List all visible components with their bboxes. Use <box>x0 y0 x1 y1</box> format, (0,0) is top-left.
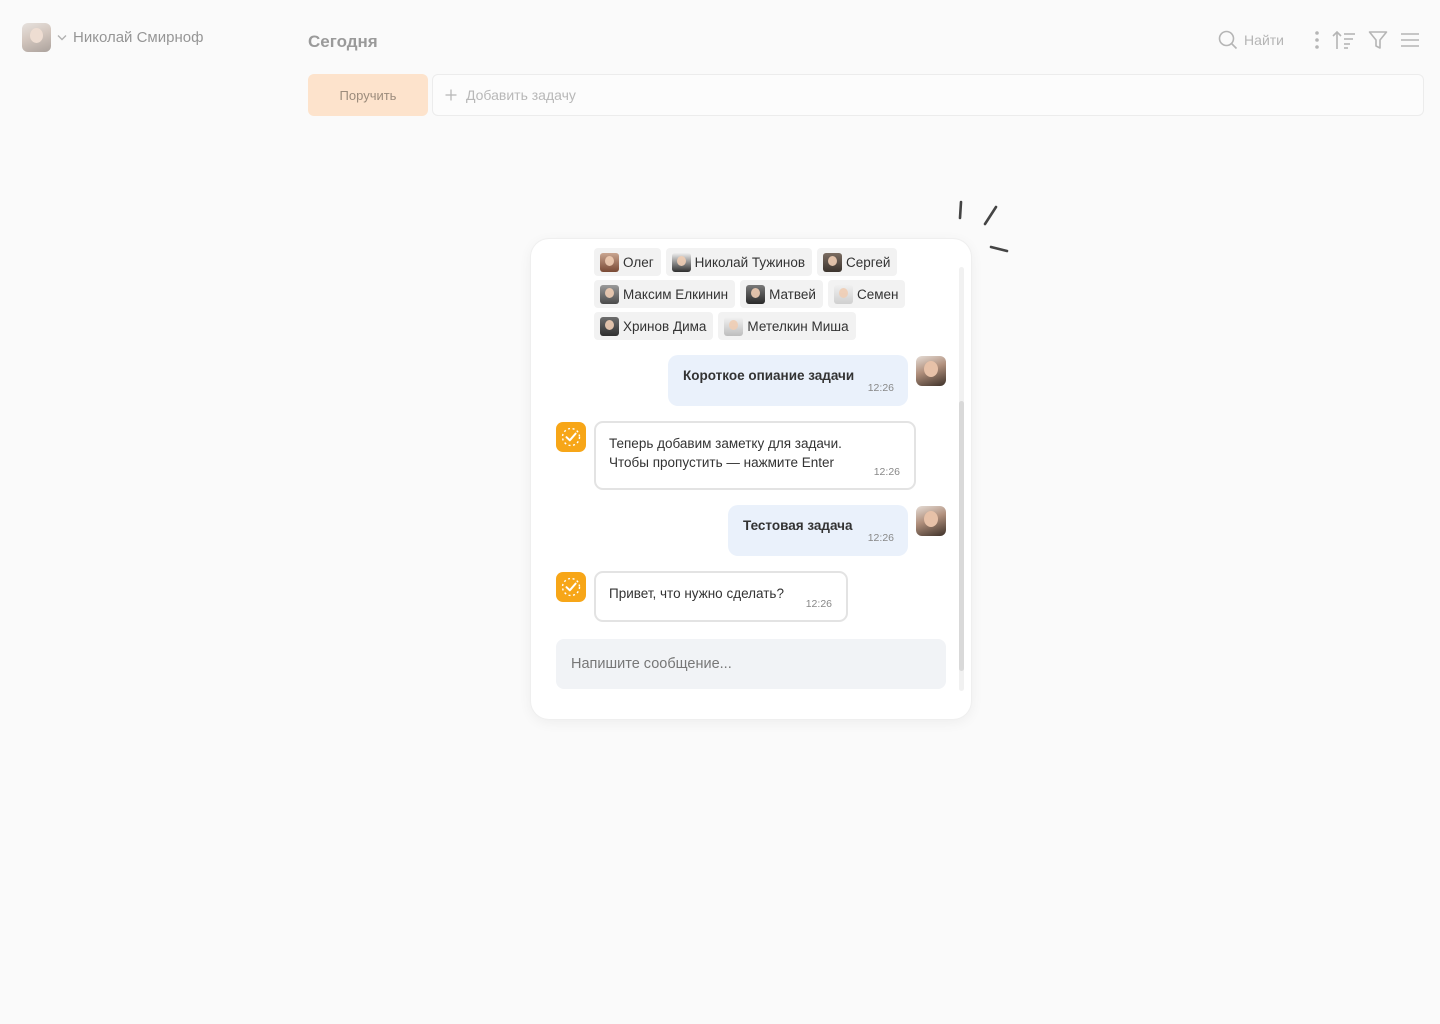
user-menu[interactable]: Николай Смирноф <box>22 23 203 52</box>
more-vertical-icon[interactable] <box>1314 30 1320 50</box>
toolbar: Найти <box>1218 30 1420 50</box>
message-text: Теперь добавим заметку для задачи. <box>609 436 842 451</box>
chat-window: Олег Николай Тужинов Сергей Максим Елкин… <box>531 239 971 719</box>
message-time: 12:26 <box>867 382 894 394</box>
user-name: Николай Смирноф <box>73 29 204 46</box>
assign-button[interactable]: Поручить <box>308 74 428 116</box>
user-avatar <box>22 23 51 52</box>
participant-name: Семен <box>856 286 899 302</box>
filter-icon[interactable] <box>1368 30 1388 50</box>
outgoing-message: Тестовая задача 12:26 <box>728 505 908 556</box>
menu-icon[interactable] <box>1400 31 1420 49</box>
participant-name: Матвей <box>769 286 816 302</box>
message-input[interactable] <box>556 639 946 689</box>
incoming-message: Теперь добавим заметку для задачи. Чтобы… <box>594 421 916 490</box>
avatar <box>724 316 744 336</box>
message-time: 12:26 <box>867 532 894 544</box>
chat-scrollbar[interactable] <box>959 267 964 691</box>
participant-chip[interactable]: Максим Елкинин <box>594 280 736 308</box>
avatar <box>600 252 619 272</box>
avatar <box>916 356 946 386</box>
page-title: Сегодня <box>308 32 378 51</box>
participant-chip[interactable]: Матвей <box>740 280 823 308</box>
outgoing-message: Короткое опиание задачи 12:26 <box>668 355 908 406</box>
participant-name: Хринов Дима <box>623 318 707 334</box>
search-button[interactable]: Найти <box>1218 30 1284 50</box>
message-text: Тестовая задача <box>743 518 853 533</box>
avatar <box>823 252 843 272</box>
avatar <box>833 284 853 304</box>
search-icon <box>1218 30 1238 50</box>
participant-chip[interactable]: Олег <box>594 248 661 276</box>
chat-scrollbar-thumb[interactable] <box>959 401 964 671</box>
participant-chip[interactable]: Хринов Дима <box>594 312 714 340</box>
message-text: Чтобы пропустить — нажмите Enter <box>609 455 835 470</box>
participant-chip[interactable]: Метелкин Миша <box>718 312 856 340</box>
participant-name: Сергей <box>846 254 891 270</box>
participant-chip[interactable]: Сергей <box>817 248 898 276</box>
participant-name: Олег <box>623 254 654 270</box>
message-text: Короткое опиание задачи <box>683 368 855 383</box>
incoming-message: Привет, что нужно сделать? 12:26 <box>594 571 848 622</box>
participant-name: Максим Елкинин <box>623 286 729 302</box>
message-time: 12:26 <box>873 466 900 478</box>
participant-name: Метелкин Миша <box>747 318 849 334</box>
participant-chip[interactable]: Николай Тужинов <box>665 248 813 276</box>
plus-icon <box>445 86 457 104</box>
participant-list: Олег Николай Тужинов Сергей Максим Елкин… <box>594 248 914 340</box>
bot-check-icon <box>556 572 586 602</box>
message-text: Привет, что нужно сделать? <box>609 586 784 601</box>
avatar <box>746 284 766 304</box>
participant-chip[interactable]: Семен <box>827 280 906 308</box>
avatar <box>600 316 619 336</box>
avatar <box>600 284 619 304</box>
chevron-down-icon <box>57 32 67 44</box>
message-time: 12:26 <box>805 598 832 610</box>
bot-check-icon <box>556 422 586 452</box>
participant-name: Николай Тужинов <box>694 254 806 270</box>
sort-icon[interactable] <box>1332 30 1356 50</box>
avatar <box>916 506 946 536</box>
add-task-field[interactable]: Добавить задачу <box>432 74 1424 116</box>
search-label: Найти <box>1244 32 1284 48</box>
add-task-placeholder: Добавить задачу <box>466 87 576 103</box>
avatar <box>671 252 691 272</box>
